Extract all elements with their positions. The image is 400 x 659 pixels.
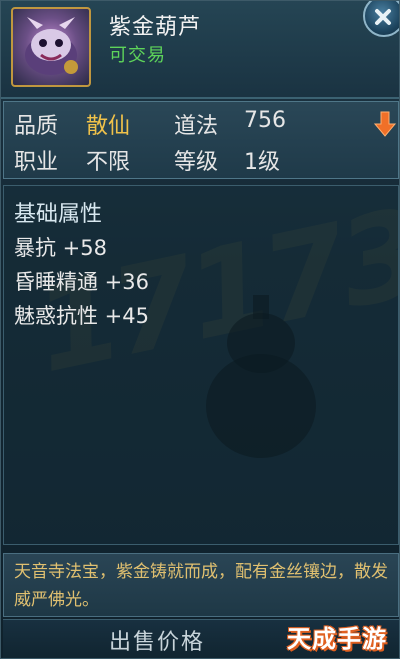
attribute-line: 暴抗 +58 [14, 236, 107, 260]
sell-price-label: 出售价格 [109, 630, 206, 655]
quality-label: 品质 [14, 114, 59, 139]
site-watermark: 天成手游网 [287, 625, 387, 653]
item-name: 紫金葫芦 [109, 15, 202, 40]
close-icon [375, 9, 391, 25]
job-value: 不限 [86, 150, 131, 175]
item-header: 紫金葫芦 可交易 [1, 1, 399, 99]
attribute-line: 昏睡精通 +36 [14, 270, 149, 294]
item-portrait-icon [11, 7, 91, 87]
trade-status: 可交易 [109, 45, 166, 66]
close-button[interactable] [363, 1, 399, 37]
compare-arrow-icon[interactable] [374, 110, 396, 138]
stats-section: 品质 散仙 道法 756 职业 不限 等级 1级 [3, 101, 399, 179]
dao-value: 756 [244, 108, 286, 133]
description-text: 天音寺法宝，紫金铸就而成，配有金丝镶边，散发威严佛光。 [14, 562, 388, 610]
attributes-section: 基础属性 暴抗 +58 昏睡精通 +36 魅惑抗性 +45 [3, 185, 399, 545]
level-value: 1级 [244, 150, 280, 175]
level-label: 等级 [174, 150, 219, 175]
attributes-title: 基础属性 [14, 202, 103, 227]
item-description: 天音寺法宝，紫金铸就而成，配有金丝镶边，散发威严佛光。 [3, 553, 399, 617]
quality-value: 散仙 [86, 114, 131, 139]
dao-label: 道法 [174, 114, 219, 139]
item-tooltip-panel: 17173 紫金葫芦 可交易 品质 散仙 道法 756 职业 不限 等级 1级 … [0, 0, 400, 659]
job-label: 职业 [14, 150, 59, 175]
attribute-line: 魅惑抗性 +45 [14, 304, 149, 328]
